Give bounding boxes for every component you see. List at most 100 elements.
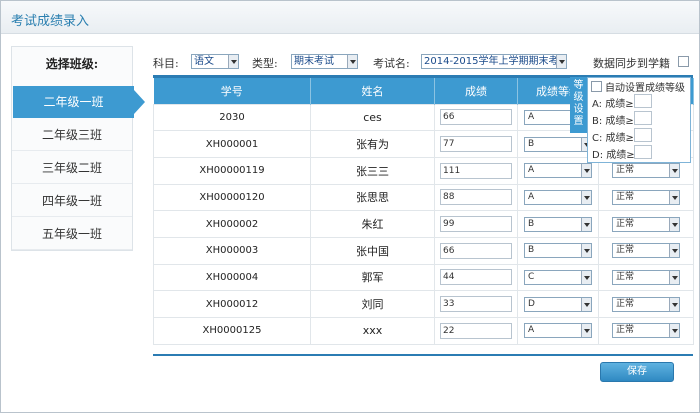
exam-select[interactable]: 2014-2015学年上学期期末考试 [421, 54, 567, 69]
sidebar-item-class-2-3[interactable]: 二年级三班 [12, 119, 132, 151]
chevron-down-icon [669, 324, 679, 338]
score-cell: 77 [434, 130, 518, 158]
student-id-cell: XH0000125 [153, 317, 311, 345]
status-value: 正常 [616, 165, 635, 176]
grade-value: A [528, 165, 535, 176]
subject-label: 科目: [153, 57, 179, 70]
grade-select[interactable]: B [524, 243, 592, 259]
sync-checkbox[interactable] [678, 56, 689, 67]
chevron-down-icon [581, 244, 591, 258]
score-input[interactable]: 66 [440, 109, 512, 126]
student-name-cell: 张中国 [310, 236, 435, 265]
type-select[interactable]: 期末考试 [291, 54, 358, 69]
grade-value: B [528, 218, 535, 229]
chevron-down-icon [581, 217, 591, 231]
sync-label: 数据同步到学籍 [593, 57, 670, 70]
grade-d-threshold-input[interactable] [634, 145, 652, 159]
score-input[interactable]: 33 [440, 296, 512, 313]
status-cell: 正常 [598, 317, 694, 345]
score-input[interactable]: 99 [440, 216, 512, 233]
subject-select[interactable]: 语文 [191, 54, 239, 69]
status-cell: 正常 [598, 263, 694, 292]
page-title: 考试成绩录入 [11, 14, 90, 29]
status-select[interactable]: 正常 [612, 163, 680, 179]
grade-cell: D [517, 290, 599, 318]
class-sidebar: 选择班级: 二年级一班 二年级三班 三年级二班 四年级一班 五年级一班 [11, 46, 145, 251]
grade-b-threshold-input[interactable] [634, 111, 652, 125]
table-bottom-rule [153, 354, 693, 356]
score-cell: 111 [434, 156, 518, 185]
grade-value: B [528, 138, 535, 149]
grade-select[interactable]: B [524, 216, 592, 232]
student-name-cell: 张思思 [310, 183, 435, 212]
grade-value: D [528, 298, 535, 309]
chevron-down-icon [669, 244, 679, 258]
chevron-down-icon [669, 297, 679, 311]
header-student-id: 学号 [153, 78, 311, 104]
type-value: 期末考试 [294, 56, 334, 67]
student-name-cell: 朱红 [310, 210, 435, 238]
status-select[interactable]: 正常 [612, 269, 680, 285]
grade-cell: B [517, 210, 599, 238]
student-id-cell: XH000001 [153, 130, 311, 158]
status-select[interactable]: 正常 [612, 296, 680, 312]
grade-select[interactable]: B [524, 136, 592, 152]
grade-a-label: A: 成绩≥ [592, 99, 634, 110]
student-id-cell: XH000012 [153, 290, 311, 318]
student-id-cell: XH00000119 [153, 156, 311, 185]
header-name: 姓名 [310, 78, 435, 104]
grade-c-label: C: 成绩≥ [592, 133, 634, 144]
chevron-down-icon [581, 270, 591, 284]
exam-value: 2014-2015学年上学期期末考试 [424, 56, 567, 67]
sidebar-title: 选择班级: [45, 57, 99, 71]
score-cell: 99 [434, 210, 518, 238]
chevron-down-icon [347, 55, 357, 68]
auto-grade-checkbox[interactable] [591, 81, 602, 92]
grade-a-threshold-input[interactable] [634, 94, 652, 108]
auto-grade-label: 自动设置成绩等级 [605, 83, 685, 94]
grade-settings-tab[interactable]: 等级设置 [570, 77, 587, 133]
grade-value: B [528, 245, 535, 256]
grade-value: A [528, 111, 535, 122]
subject-value: 语文 [194, 56, 214, 67]
exam-label: 考试名: [373, 57, 410, 70]
grade-select[interactable]: D [524, 296, 592, 312]
header-score: 成绩 [434, 78, 518, 104]
status-select[interactable]: 正常 [612, 243, 680, 259]
chevron-down-icon [581, 297, 591, 311]
grade-select[interactable]: A [524, 189, 592, 205]
status-value: 正常 [616, 218, 635, 229]
grade-cell: A [517, 183, 599, 212]
grade-select[interactable]: C [524, 269, 592, 285]
chevron-down-icon [669, 190, 679, 204]
grade-cell: C [517, 263, 599, 292]
save-button[interactable]: 保存 [600, 362, 674, 382]
score-input[interactable]: 88 [440, 189, 512, 206]
student-name-cell: 张有为 [310, 130, 435, 158]
sidebar-item-class-3-2[interactable]: 三年级二班 [12, 152, 132, 184]
sidebar-item-class-5-1[interactable]: 五年级一班 [12, 218, 132, 250]
sidebar-item-class-2-1[interactable]: 二年级一班 [13, 86, 145, 118]
score-input[interactable]: 111 [440, 162, 512, 179]
chevron-down-icon [556, 55, 566, 68]
score-input[interactable]: 77 [440, 136, 512, 153]
status-select[interactable]: 正常 [612, 323, 680, 339]
student-id-cell: XH00000120 [153, 183, 311, 212]
score-input[interactable]: 22 [440, 322, 512, 339]
chevron-down-icon [581, 190, 591, 204]
student-id-cell: XH000004 [153, 263, 311, 292]
score-cell: 33 [434, 290, 518, 318]
score-input[interactable]: 44 [440, 269, 512, 286]
grade-select[interactable]: A [524, 323, 592, 339]
status-select[interactable]: 正常 [612, 189, 680, 205]
status-value: 正常 [616, 271, 635, 282]
grade-d-label: D: 成绩≥ [592, 150, 635, 161]
grade-select[interactable]: A [524, 163, 592, 179]
score-cell: 44 [434, 263, 518, 292]
score-input[interactable]: 66 [440, 242, 512, 259]
status-select[interactable]: 正常 [612, 216, 680, 232]
grade-cell: B [517, 236, 599, 265]
student-id-cell: XH000002 [153, 210, 311, 238]
sidebar-item-class-4-1[interactable]: 四年级一班 [12, 185, 132, 217]
grade-c-threshold-input[interactable] [634, 128, 652, 142]
